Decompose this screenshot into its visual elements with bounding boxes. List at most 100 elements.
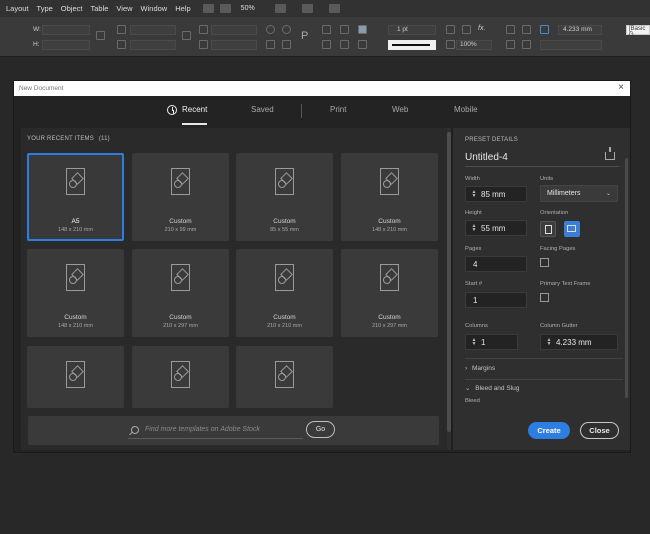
constrain-proportions-icon[interactable]: [96, 31, 105, 40]
tab-divider: [301, 104, 302, 118]
recent-item-card[interactable]: [132, 346, 229, 408]
recent-item-card[interactable]: [236, 346, 333, 408]
align-icon[interactable]: [506, 25, 515, 34]
go-button[interactable]: Go: [306, 421, 335, 438]
column-gutter-stepper[interactable]: ▲ ▼: [545, 338, 553, 347]
rotate-cw-icon[interactable]: [266, 25, 275, 34]
scale-y-field[interactable]: [130, 40, 176, 50]
width-field[interactable]: ▲ ▼ 85 mm: [465, 186, 527, 202]
screen-mode-icon[interactable]: [301, 4, 313, 13]
landscape-orientation-button[interactable]: [564, 221, 580, 237]
height-field[interactable]: [42, 40, 90, 50]
pages-value: 4: [473, 259, 478, 269]
shear-field[interactable]: [211, 40, 257, 50]
recent-item-card[interactable]: Custom 148 x 210 mm: [27, 249, 124, 337]
stroke-weight-field[interactable]: 1 pt: [388, 25, 436, 35]
primary-text-frame-label: Primary Text Frame: [540, 281, 591, 287]
recent-item-card[interactable]: Custom 210 x 297 mm: [132, 249, 229, 337]
tab-bar: Recent Saved Print Web Mobile: [14, 96, 630, 128]
width-field[interactable]: [42, 25, 90, 35]
flip-vertical-icon[interactable]: [282, 40, 291, 49]
tab-recent[interactable]: Recent: [182, 105, 207, 114]
menu-layout[interactable]: Layout: [6, 4, 29, 13]
tab-web[interactable]: Web: [392, 105, 408, 114]
create-button[interactable]: Create: [528, 422, 570, 439]
recent-items-heading: YOUR RECENT ITEMS: [27, 136, 94, 142]
object-style-select[interactable]: [Basic G: [626, 25, 650, 38]
height-field[interactable]: ▲ ▼ 55 mm: [465, 220, 527, 236]
recent-item-card[interactable]: A5 148 x 210 mm: [27, 153, 124, 241]
view-options-icon[interactable]: [274, 4, 286, 13]
arrange-icon[interactable]: [328, 4, 340, 13]
auto-fit-field[interactable]: [540, 40, 602, 50]
tab-mobile[interactable]: Mobile: [454, 105, 478, 114]
distribute-icon[interactable]: [522, 25, 531, 34]
flip-horizontal-icon[interactable]: [266, 40, 275, 49]
menu-type[interactable]: Type: [37, 4, 53, 13]
facing-pages-checkbox[interactable]: [540, 258, 549, 267]
stroke-swatch-icon[interactable]: [358, 40, 367, 49]
recent-items-title: YOUR RECENT ITEMS (11): [27, 136, 110, 142]
fill-swatch-icon[interactable]: [358, 25, 367, 34]
column-gutter-field[interactable]: ▲ ▼ 4.233 mm: [540, 334, 618, 350]
zoom-level[interactable]: 50%: [241, 5, 255, 12]
p-icon: P: [301, 30, 309, 42]
primary-text-frame-checkbox[interactable]: [540, 293, 549, 302]
content-fitting-icon[interactable]: [522, 40, 531, 49]
menu-window[interactable]: Window: [141, 4, 168, 13]
portrait-orientation-button[interactable]: [540, 221, 556, 237]
effects-icon[interactable]: [462, 25, 471, 34]
recent-items-panel: YOUR RECENT ITEMS (11) A5 148 x 210 mm C…: [21, 128, 451, 450]
width-label: Width: [465, 176, 480, 182]
search-input[interactable]: Find more templates on Adobe Stock: [145, 426, 260, 433]
close-icon[interactable]: ×: [618, 82, 624, 93]
scale-x-field[interactable]: [130, 25, 176, 35]
height-stepper[interactable]: ▲ ▼: [470, 224, 478, 233]
recent-item-name: Custom: [273, 218, 296, 225]
margins-section-toggle[interactable]: › Margins: [465, 365, 495, 372]
gutter-field[interactable]: 4.233 mm: [558, 25, 602, 35]
document-name-field[interactable]: Untitled-4: [465, 152, 619, 167]
fx-icon[interactable]: fx.: [478, 25, 485, 32]
select-container-icon[interactable]: [322, 25, 331, 34]
constrain-scale-icon[interactable]: [182, 31, 191, 40]
columns-field[interactable]: ▲ ▼ 1: [465, 334, 518, 350]
stock-icon[interactable]: [219, 4, 231, 13]
recent-item-size: 85 x 55 mm: [270, 227, 299, 233]
recent-item-name: Custom: [273, 314, 296, 321]
bridge-icon[interactable]: [202, 4, 214, 13]
opacity-icon: [446, 40, 455, 49]
preset-scrollbar[interactable]: [625, 158, 628, 398]
close-button[interactable]: Close: [580, 422, 619, 439]
stroke-type-select[interactable]: [388, 40, 436, 50]
select-previous-icon[interactable]: [322, 40, 331, 49]
text-wrap-icon[interactable]: [446, 25, 455, 34]
save-preset-icon[interactable]: [605, 147, 615, 160]
gap-tool-icon[interactable]: [540, 25, 549, 34]
tab-print[interactable]: Print: [330, 105, 346, 114]
units-value: Millimeters: [547, 190, 581, 197]
recent-item-card[interactable]: Custom 148 x 210 mm: [341, 153, 438, 241]
recent-item-card[interactable]: Custom 85 x 55 mm: [236, 153, 333, 241]
frame-fitting-icon[interactable]: [506, 40, 515, 49]
menu-table[interactable]: Table: [90, 4, 108, 13]
rotation-field[interactable]: [211, 25, 257, 35]
recent-item-card[interactable]: [27, 346, 124, 408]
recent-item-card[interactable]: Custom 210 x 297 mm: [341, 249, 438, 337]
menu-object[interactable]: Object: [61, 4, 83, 13]
opacity-field[interactable]: 100%: [456, 40, 492, 50]
menu-help[interactable]: Help: [175, 4, 190, 13]
rotate-ccw-icon[interactable]: [282, 25, 291, 34]
select-next-icon[interactable]: [340, 40, 349, 49]
start-page-field[interactable]: 1: [465, 292, 527, 308]
width-stepper[interactable]: ▲ ▼: [470, 190, 478, 199]
recent-item-card[interactable]: Custom 210 x 99 mm: [132, 153, 229, 241]
pages-field[interactable]: 4: [465, 256, 527, 272]
select-content-icon[interactable]: [340, 25, 349, 34]
units-select[interactable]: Millimeters ⌄: [540, 185, 618, 202]
tab-saved[interactable]: Saved: [251, 105, 274, 114]
recent-item-card[interactable]: Custom 210 x 210 mm: [236, 249, 333, 337]
columns-stepper[interactable]: ▲ ▼: [470, 338, 478, 347]
bleed-slug-section-toggle[interactable]: ⌄ Bleed and Slug: [465, 384, 519, 392]
menu-view[interactable]: View: [116, 4, 132, 13]
